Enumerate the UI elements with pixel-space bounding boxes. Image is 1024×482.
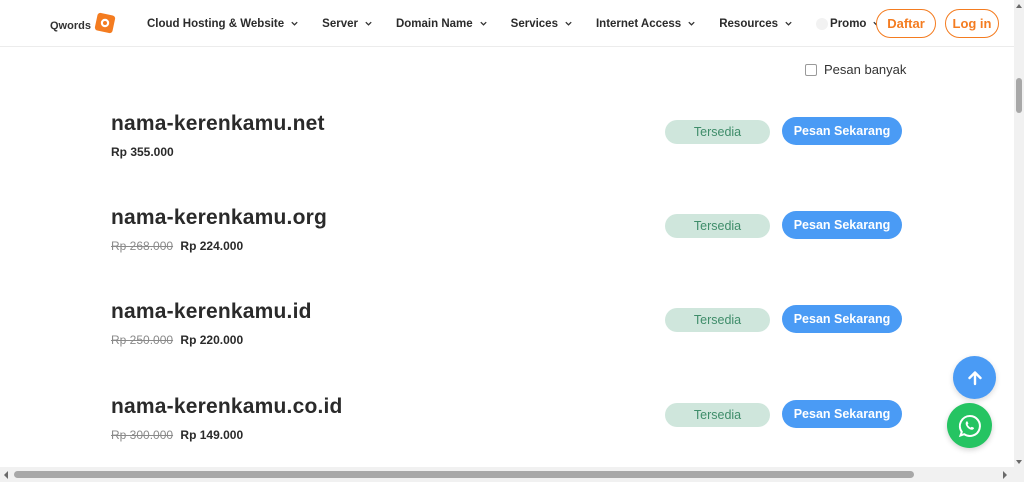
nav-label: Cloud Hosting & Website [147,17,285,30]
nav-label: Services [510,17,558,30]
current-price: Rp 355.000 [111,145,174,159]
qwords-logo-icon [94,12,116,34]
nav-services[interactable]: Services [511,18,573,30]
main-nav: Cloud Hosting & Website Server Domain Na… [147,0,904,47]
horizontal-scroll-thumb[interactable] [14,471,914,478]
login-button[interactable]: Log in [945,9,999,38]
chevron-down-icon [365,21,372,26]
scroll-up-arrow-icon[interactable] [1016,4,1022,8]
availability-badge: Tersedia [665,214,770,238]
domain-row: nama-kerenkamu.id Rp 250.000 Rp 220.000 … [111,300,903,360]
vertical-scrollbar[interactable] [1014,0,1024,482]
bulk-order-checkbox[interactable] [805,63,817,76]
current-price: Rp 224.000 [180,239,244,253]
promo-icon [816,17,829,30]
register-button[interactable]: Daftar [876,9,936,38]
original-price: Rp 300.000 [111,428,174,442]
domain-name: nama-kerenkamu.id [111,300,312,323]
availability-badge: Tersedia [665,403,770,427]
nav-cloud-hosting[interactable]: Cloud Hosting & Website [147,18,299,30]
domain-row: nama-kerenkamu.org Rp 268.000 Rp 224.000… [111,206,903,266]
current-price: Rp 220.000 [180,333,244,347]
current-price: Rp 149.000 [180,428,244,442]
whatsapp-icon [958,414,981,437]
nav-label: Server [322,17,358,30]
domain-price: Rp 355.000 [111,145,174,159]
top-navbar: Qwords Cloud Hosting & Website Server Do… [0,0,1014,47]
availability-badge: Tersedia [665,308,770,332]
bulk-order-label: Pesan banyak [824,62,907,77]
nav-label: Internet Access [595,17,682,30]
logo-text: Qwords [50,20,91,32]
chevron-down-icon [291,21,298,26]
domain-row: nama-kerenkamu.co.id Rp 300.000 Rp 149.0… [111,395,903,455]
original-price: Rp 268.000 [111,239,174,253]
bulk-order-option[interactable]: Pesan banyak [805,62,906,77]
domain-name: nama-kerenkamu.co.id [111,395,343,418]
arrow-up-icon [967,370,982,385]
domain-row: nama-kerenkamu.net Rp 355.000 Tersedia P… [111,112,903,172]
nav-internet-access[interactable]: Internet Access [596,18,696,30]
nav-domain-name[interactable]: Domain Name [396,18,488,30]
vertical-scroll-thumb[interactable] [1016,78,1022,113]
brand-logo[interactable]: Qwords [50,11,117,35]
chevron-down-icon [688,21,695,26]
scroll-right-arrow-icon[interactable] [1003,471,1007,479]
whatsapp-chat-button[interactable] [947,403,992,448]
availability-badge: Tersedia [665,120,770,144]
nav-label: Resources [719,17,779,30]
chevron-down-icon [565,21,572,26]
order-now-button[interactable]: Pesan Sekarang [782,305,902,333]
order-now-button[interactable]: Pesan Sekarang [782,211,902,239]
domain-price: Rp 250.000 Rp 220.000 [111,333,243,347]
horizontal-scrollbar[interactable] [0,467,1014,482]
order-now-button[interactable]: Pesan Sekarang [782,400,902,428]
domain-name: nama-kerenkamu.org [111,206,328,229]
order-now-button[interactable]: Pesan Sekarang [782,117,902,145]
scroll-left-arrow-icon[interactable] [4,471,8,479]
nav-server[interactable]: Server [322,18,373,30]
scroll-down-arrow-icon[interactable] [1016,460,1022,464]
nav-promo[interactable]: Promo [816,17,881,30]
chevron-down-icon [785,21,792,26]
domain-price: Rp 300.000 Rp 149.000 [111,428,243,442]
domain-name: nama-kerenkamu.net [111,112,325,135]
back-to-top-button[interactable] [953,356,996,399]
domain-price: Rp 268.000 Rp 224.000 [111,239,243,253]
chevron-down-icon [480,21,487,26]
original-price: Rp 250.000 [111,333,174,347]
nav-label: Domain Name [395,17,473,30]
nav-resources[interactable]: Resources [719,18,793,30]
nav-label: Promo [830,17,867,30]
